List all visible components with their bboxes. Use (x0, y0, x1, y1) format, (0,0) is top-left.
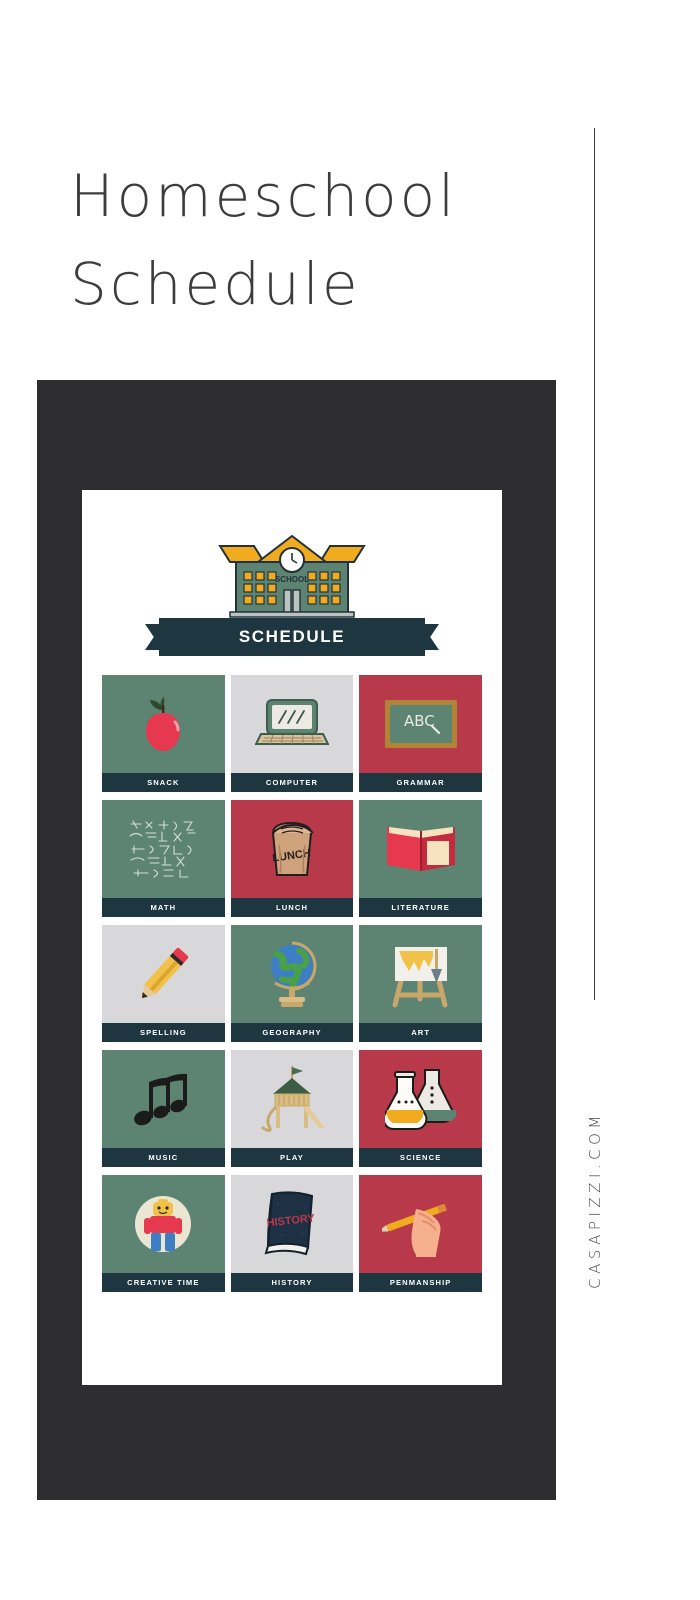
schedule-card-play[interactable]: PLAY (230, 1050, 354, 1167)
pencil-icon (142, 947, 189, 999)
schedule-card-computer[interactable]: COMPUTER (230, 675, 354, 792)
card-art-lunch: LUNCH (230, 800, 354, 898)
card-label-art: ART (359, 1023, 482, 1042)
schedule-card-math[interactable]: MATH (102, 800, 225, 917)
lunch-bag-icon: LUNCH (272, 821, 314, 876)
card-art-art (359, 925, 482, 1023)
card-label-play: PLAY (230, 1148, 354, 1167)
schedule-card-science[interactable]: SCIENCE (359, 1050, 482, 1167)
site-url-vertical: CASAPIZZI.COM (575, 1075, 615, 1325)
card-label-creative-time: CREATIVE TIME (102, 1273, 225, 1292)
writing-hand-icon (381, 1203, 447, 1257)
chalkboard-abc-icon: ABC (384, 700, 457, 748)
card-art-play (230, 1050, 354, 1148)
schedule-card-penmanship[interactable]: PENMANSHIP (359, 1175, 482, 1292)
schedule-card-snack[interactable]: SNACK (102, 675, 225, 792)
card-label-science: SCIENCE (359, 1148, 482, 1167)
school-building-text: SCHOOL (275, 575, 309, 584)
card-label-snack: SNACK (102, 773, 225, 792)
card-art-creative-time (102, 1175, 225, 1273)
card-label-geography: GEOGRAPHY (230, 1023, 354, 1042)
page-title: Homeschool Schedule (70, 162, 458, 318)
site-url-text: CASAPIZZI.COM (586, 1111, 605, 1289)
dark-frame: SCHOOL SCHEDULE SNACK COMPUTER ABC GRAMM… (37, 380, 556, 1500)
schedule-card-literature[interactable]: LITERATURE (359, 800, 482, 917)
history-book-icon: HISTORY (264, 1191, 316, 1256)
schedule-card-art[interactable]: ART (359, 925, 482, 1042)
card-art-grammar: ABC (359, 675, 482, 773)
card-label-spelling: SPELLING (102, 1023, 225, 1042)
music-notes-icon (134, 1073, 188, 1126)
schedule-card-geography[interactable]: GEOGRAPHY (230, 925, 354, 1042)
laptop-icon (254, 699, 329, 745)
card-label-lunch: LUNCH (230, 898, 354, 917)
card-art-science (359, 1050, 482, 1148)
globe-icon (270, 941, 317, 1007)
school-building-icon: SCHOOL (218, 534, 366, 618)
schedule-card-history[interactable]: HISTORY HISTORY (230, 1175, 354, 1292)
ribbon-label: SCHEDULE (238, 627, 346, 646)
apple-icon (146, 697, 181, 751)
card-label-history: HISTORY (230, 1273, 354, 1292)
playground-icon (261, 1066, 325, 1133)
equations-chalkboard-icon (129, 820, 196, 878)
flasks-icon (384, 1069, 457, 1131)
card-art-spelling (102, 925, 225, 1023)
schedule-card-creative-time[interactable]: CREATIVE TIME (102, 1175, 225, 1292)
card-art-math (102, 800, 225, 898)
card-label-literature: LITERATURE (359, 898, 482, 917)
schedule-ribbon: SCHEDULE (145, 618, 439, 656)
card-art-literature (359, 800, 482, 898)
easel-icon (392, 947, 448, 1008)
schedule-sheet: SCHOOL SCHEDULE SNACK COMPUTER ABC GRAMM… (82, 490, 502, 1385)
vertical-divider-rule (594, 128, 595, 1000)
lego-figure-icon (135, 1196, 192, 1252)
card-art-history: HISTORY (230, 1175, 354, 1273)
card-label-math: MATH (102, 898, 225, 917)
schedule-card-music[interactable]: MUSIC (102, 1050, 225, 1167)
school-header-art: SCHOOL SCHEDULE (82, 532, 502, 667)
chalkboard-text: ABC (404, 712, 435, 730)
schedule-card-grammar[interactable]: ABC GRAMMAR (359, 675, 482, 792)
card-art-computer (230, 675, 354, 773)
card-art-snack (102, 675, 225, 773)
card-art-music (102, 1050, 225, 1148)
ribbon-tail-right (423, 624, 439, 650)
poster-canvas: Homeschool Schedule CASAPIZZI.COM SCHOOL… (0, 0, 700, 1600)
schedule-card-spelling[interactable]: SPELLING (102, 925, 225, 1042)
schedule-card-lunch[interactable]: LUNCH LUNCH (230, 800, 354, 917)
card-label-computer: COMPUTER (230, 773, 354, 792)
schedule-grid: SNACK COMPUTER ABC GRAMMAR MATH LUNCH LU… (102, 675, 482, 1292)
card-art-geography (230, 925, 354, 1023)
card-art-penmanship (359, 1175, 482, 1273)
open-book-icon (386, 827, 455, 871)
card-label-music: MUSIC (102, 1148, 225, 1167)
card-label-penmanship: PENMANSHIP (359, 1273, 482, 1292)
card-label-grammar: GRAMMAR (359, 773, 482, 792)
